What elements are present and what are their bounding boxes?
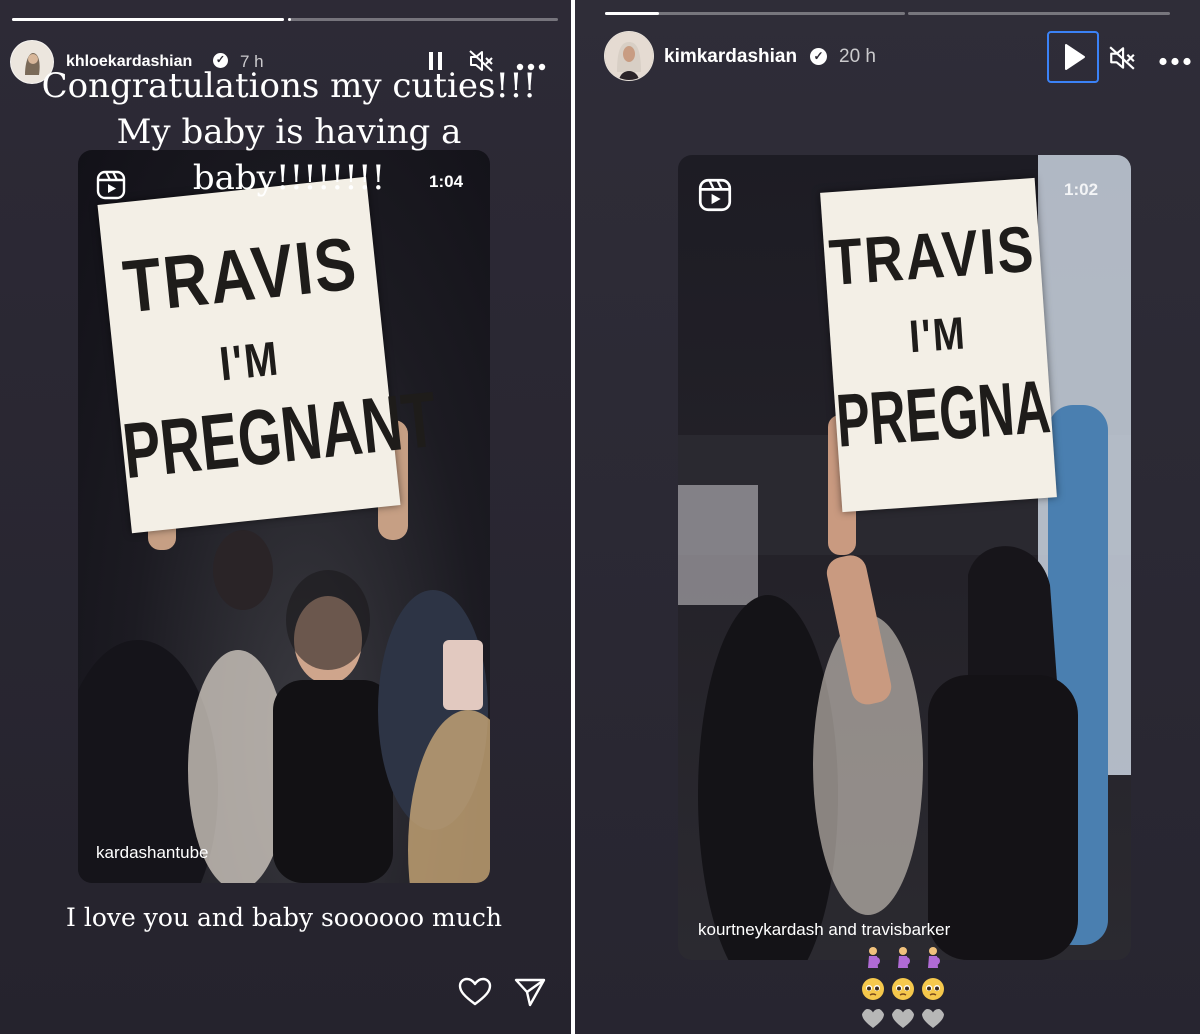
progress-bar-1 — [12, 18, 284, 21]
story-left[interactable]: khloekardashian ✓ 7 h TRAVIS I'M PREGNAN… — [0, 0, 571, 1034]
progress-bar-1 — [605, 12, 905, 15]
pleading-face-emoji — [922, 978, 944, 1000]
reel-credit[interactable]: kardashantube — [96, 843, 208, 863]
username[interactable]: kimkardashian — [664, 46, 797, 68]
reel-video[interactable]: TRAVIS I'M PREGNA 1:02 kourtneykardash a… — [678, 155, 1131, 960]
muted-icon[interactable] — [1108, 45, 1136, 71]
pleading-face-emoji — [892, 978, 914, 1000]
story-right[interactable]: kimkardashian ✓ 20 h TRAVIS I'M PREGNA 1… — [575, 0, 1200, 1034]
more-icon[interactable] — [516, 58, 546, 71]
sign-line-1: TRAVIS — [119, 222, 362, 330]
send-icon[interactable] — [514, 977, 546, 1007]
reel-video[interactable]: TRAVIS I'M PREGNANT 1:04 kardashantube — [78, 150, 490, 883]
reel-duration: 1:02 — [1064, 180, 1099, 199]
sign-line-3: PREGNA — [833, 364, 1053, 464]
sign-line-2: I'M — [907, 308, 969, 364]
emoji-row-pleading — [861, 977, 945, 1001]
pregnant-woman-emoji — [868, 947, 880, 968]
time-ago: 20 h — [839, 46, 876, 67]
progress-bar-2 — [908, 12, 1170, 15]
caption-top-line-3: baby!!!!!!!! — [192, 158, 386, 198]
sign-image: TRAVIS I'M PREGNA — [820, 177, 1057, 513]
emoji-row-hearts — [861, 1007, 945, 1031]
pregnant-woman-emoji — [898, 947, 910, 968]
grey-heart-emoji — [862, 1009, 884, 1028]
reel-credit[interactable]: kourtneykardash and travisbarker — [698, 920, 950, 940]
heart-icon[interactable] — [458, 977, 492, 1007]
reels-icon — [698, 178, 732, 212]
caption-bottom: I love you and baby soooooo much — [66, 903, 502, 932]
sign-line-1: TRAVIS — [827, 213, 1038, 300]
grey-heart-emoji — [892, 1009, 914, 1028]
pleading-face-emoji — [862, 978, 884, 1000]
caption-top-line-1: Congratulations my cuties!!! — [41, 66, 537, 106]
caption-top-line-2: My baby is having a — [116, 112, 462, 152]
verified-badge-icon: ✓ — [810, 48, 827, 65]
grey-heart-emoji — [922, 1009, 944, 1028]
sign-image: TRAVIS I'M PREGNANT — [97, 176, 440, 534]
pregnant-woman-emoji — [928, 947, 940, 968]
emoji-row-pregnant — [861, 946, 945, 970]
avatar[interactable] — [604, 31, 654, 81]
play-icon[interactable] — [1047, 31, 1099, 83]
progress-bar-2 — [288, 18, 558, 21]
more-icon[interactable] — [1158, 53, 1192, 66]
